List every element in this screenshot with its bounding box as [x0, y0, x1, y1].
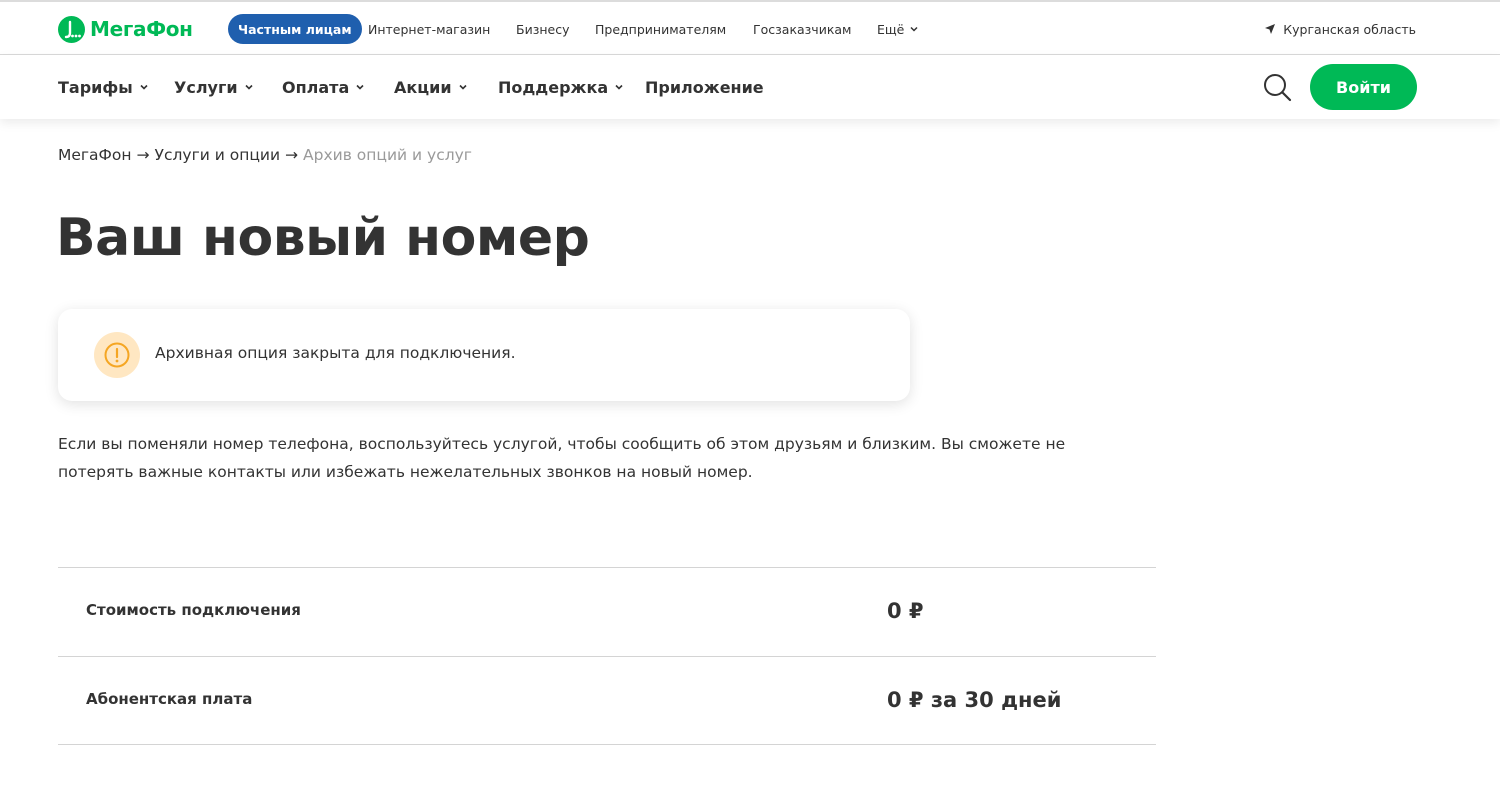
warning-icon — [94, 332, 140, 378]
nav-item-label: Приложение — [645, 77, 764, 97]
login-button[interactable]: Войти — [1310, 64, 1417, 110]
breadcrumb-home[interactable]: МегаФон — [58, 146, 132, 164]
nav-item-payment[interactable]: Оплата — [282, 55, 365, 119]
nav-item-support[interactable]: Поддержка — [498, 55, 624, 119]
nav-item-services[interactable]: Услуги — [174, 55, 254, 119]
price-table: Стоимость подключения 0 ₽ Абонентская пл… — [58, 567, 1156, 745]
chevron-down-icon — [615, 84, 623, 90]
search-button[interactable] — [1262, 72, 1292, 102]
nav-item-label: Акции — [394, 77, 452, 97]
chevron-down-icon — [140, 84, 148, 90]
price-label: Абонентская плата — [86, 690, 253, 708]
nav-item-label: Поддержка — [498, 77, 609, 97]
breadcrumb-separator: → — [136, 146, 150, 164]
nav-item-app[interactable]: Приложение — [645, 55, 764, 119]
segment-shop[interactable]: Интернет-магазин — [368, 14, 490, 44]
price-row-connection: Стоимость подключения 0 ₽ — [58, 567, 1156, 656]
nav-item-tariffs[interactable]: Тарифы — [58, 55, 149, 119]
segment-business[interactable]: Бизнесу — [516, 14, 569, 44]
page-title: Ваш новый номер — [56, 208, 590, 268]
breadcrumb-section[interactable]: Услуги и опции — [155, 146, 281, 164]
breadcrumb: МегаФон → Услуги и опции → Архив опций и усл… — [58, 146, 472, 164]
price-value: 0 ₽ — [887, 599, 924, 623]
nav-item-label: Оплата — [282, 77, 350, 97]
price-value: 0 ₽ за 30 дней — [887, 688, 1062, 712]
logo-text: МегаФон — [90, 17, 193, 41]
price-label: Стоимость подключения — [86, 601, 301, 619]
megafon-logo[interactable]: МегаФон — [58, 15, 193, 43]
segment-government[interactable]: Госзаказчикам — [753, 14, 851, 44]
chevron-down-icon — [910, 26, 918, 32]
notice-text: Архивная опция закрыта для подключения. — [155, 344, 516, 362]
breadcrumb-current: Архив опций и услуг — [303, 146, 472, 164]
segment-more-label: Ещё — [877, 21, 905, 37]
chevron-down-icon — [244, 84, 253, 90]
region-label: Курганская область — [1283, 21, 1416, 37]
price-row-subscription: Абонентская плата 0 ₽ за 30 дней — [58, 656, 1156, 745]
nav-item-label: Тарифы — [58, 77, 133, 97]
segment-entrepreneurs[interactable]: Предпринимателям — [595, 14, 726, 44]
top-bar: МегаФон Частным лицам Интернет-магазин Б… — [0, 0, 1500, 55]
service-description: Если вы поменяли номер телефона, восполь… — [58, 435, 1066, 481]
nav-item-promos[interactable]: Акции — [394, 55, 468, 119]
segment-private[interactable]: Частным лицам — [228, 14, 362, 44]
location-arrow-icon — [1265, 24, 1276, 34]
nav-item-label: Услуги — [174, 77, 238, 97]
segment-more[interactable]: Ещё — [877, 14, 919, 44]
search-icon — [1264, 74, 1292, 102]
region-selector[interactable]: Курганская область — [1264, 14, 1416, 44]
megafon-logo-icon — [58, 15, 85, 43]
chevron-down-icon — [356, 84, 364, 90]
breadcrumb-separator: → — [285, 146, 299, 164]
archive-notice: Архивная опция закрыта для подключения. — [58, 309, 910, 401]
chevron-down-icon — [458, 84, 467, 90]
